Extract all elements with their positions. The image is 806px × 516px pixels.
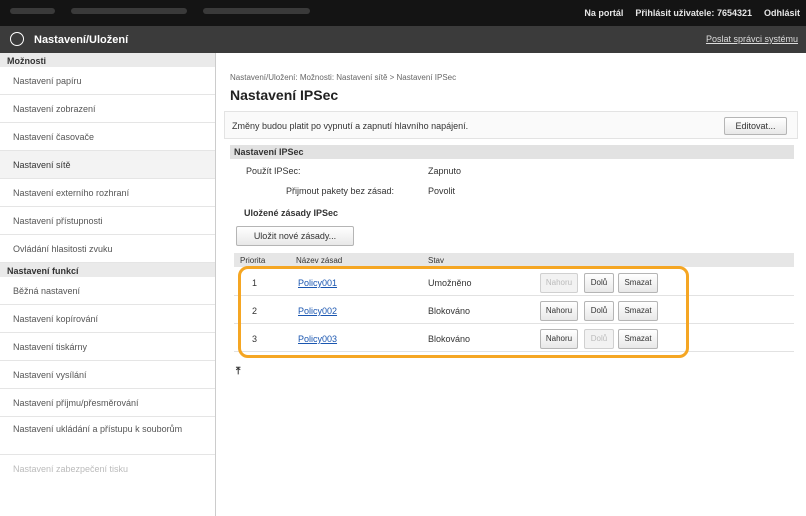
sidebar-section-options: Možnosti: [0, 53, 215, 67]
sidebar-item-receive-forward[interactable]: Nastavení příjmu/přesměrování: [0, 389, 215, 417]
accept-unpolicied-label: Přijmout pakety bez zásad:: [286, 186, 395, 196]
sidebar-item-network[interactable]: Nastavení sítě: [0, 151, 215, 179]
policy-link[interactable]: Policy003: [298, 334, 337, 344]
sidebar-item-volume[interactable]: Ovládání hlasitosti zvuku: [0, 235, 215, 263]
browser-top-bar: Na portál Přihlásit uživatele: 7654321 O…: [0, 0, 806, 26]
use-ipsec-value: Zapnuto: [428, 166, 462, 176]
settings-logo-icon: [10, 32, 24, 46]
table-header: Priorita Název zásad Stav: [234, 253, 794, 267]
sidebar-item-accessibility[interactable]: Nastavení přístupnosti: [0, 207, 215, 235]
move-down-button[interactable]: Dolů: [584, 273, 614, 293]
sidebar-item-copy[interactable]: Nastavení kopírování: [0, 305, 215, 333]
user-id: 7654321: [716, 8, 752, 18]
row-priority: 2: [252, 306, 258, 316]
restart-notice: Změny budou platit po vypnutí a zapnutí …: [224, 111, 798, 139]
policy-link[interactable]: Policy002: [298, 306, 337, 316]
sidebar-section-functions: Nastavení funkcí: [0, 263, 215, 277]
save-new-policy-button[interactable]: Uložit nové zásady...: [236, 226, 354, 246]
move-down-button[interactable]: Dolů: [584, 301, 614, 321]
sidebar-item-printer[interactable]: Nastavení tiskárny: [0, 333, 215, 361]
delete-button[interactable]: Smazat: [618, 329, 658, 349]
sidebar-item-external-interface[interactable]: Nastavení externího rozhraní: [0, 179, 215, 207]
logout-link[interactable]: Odhlásit: [764, 8, 800, 18]
mail-admin-link[interactable]: Poslat správci systému: [706, 34, 798, 44]
page-title: Nastavení IPSec: [230, 87, 339, 103]
move-up-button[interactable]: Nahoru: [540, 273, 578, 293]
row-priority: 1: [252, 278, 258, 288]
blurred-url: [10, 8, 310, 16]
row-status: Umožněno: [428, 278, 472, 288]
move-down-button[interactable]: Dolů: [584, 329, 614, 349]
section-header: Nastavení IPSec: [230, 145, 794, 159]
accept-unpolicied-value: Povolit: [428, 186, 456, 196]
sidebar-item-paper[interactable]: Nastavení papíru: [0, 67, 215, 95]
notice-text: Změny budou platit po vypnutí a zapnutí …: [232, 121, 469, 131]
col-priority: Priorita: [240, 256, 266, 265]
edit-button[interactable]: Editovat...: [724, 117, 787, 135]
saved-policies-heading: Uložené zásady IPSec: [244, 208, 339, 218]
col-status: Stav: [428, 256, 445, 265]
table-row: 3 Policy003 Blokováno Nahoru Dolů Smazat: [234, 326, 794, 352]
move-up-button[interactable]: Nahoru: [540, 329, 578, 349]
use-ipsec-label: Použít IPSec:: [246, 166, 301, 176]
sidebar-item-timer[interactable]: Nastavení časovače: [0, 123, 215, 151]
sidebar-item-print-security[interactable]: Nastavení zabezpečení tisku: [0, 455, 215, 483]
sidebar-item-send[interactable]: Nastavení vysílání: [0, 361, 215, 389]
table-row: 2 Policy002 Blokováno Nahoru Dolů Smazat: [234, 298, 794, 324]
go-to-top-icon[interactable]: ⤒: [236, 366, 240, 377]
sidebar: Možnosti Nastavení papíru Nastavení zobr…: [0, 53, 216, 516]
portal-link[interactable]: Na portál: [584, 8, 623, 18]
sidebar-item-common[interactable]: Běžná nastavení: [0, 277, 215, 305]
delete-button[interactable]: Smazat: [618, 273, 658, 293]
table-row: 1 Policy001 Umožněno Nahoru Dolů Smazat: [234, 270, 794, 296]
app-header: Nastavení/Uložení Poslat správci systému: [0, 26, 806, 53]
main-content: Nastavení/Uložení: Možnosti: Nastavení s…: [216, 53, 806, 516]
row-priority: 3: [252, 334, 258, 344]
policy-link[interactable]: Policy001: [298, 278, 337, 288]
login-label: Přihlásit uživatele: 7654321: [635, 8, 752, 18]
col-name: Název zásad: [296, 256, 343, 265]
breadcrumb: Nastavení/Uložení: Možnosti: Nastavení s…: [230, 73, 457, 82]
sidebar-item-display[interactable]: Nastavení zobrazení: [0, 95, 215, 123]
row-status: Blokováno: [428, 334, 471, 344]
sidebar-item-store-access[interactable]: Nastavení ukládání a přístupu k souborům: [0, 417, 215, 455]
row-status: Blokováno: [428, 306, 471, 316]
move-up-button[interactable]: Nahoru: [540, 301, 578, 321]
app-title: Nastavení/Uložení: [34, 34, 129, 46]
delete-button[interactable]: Smazat: [618, 301, 658, 321]
